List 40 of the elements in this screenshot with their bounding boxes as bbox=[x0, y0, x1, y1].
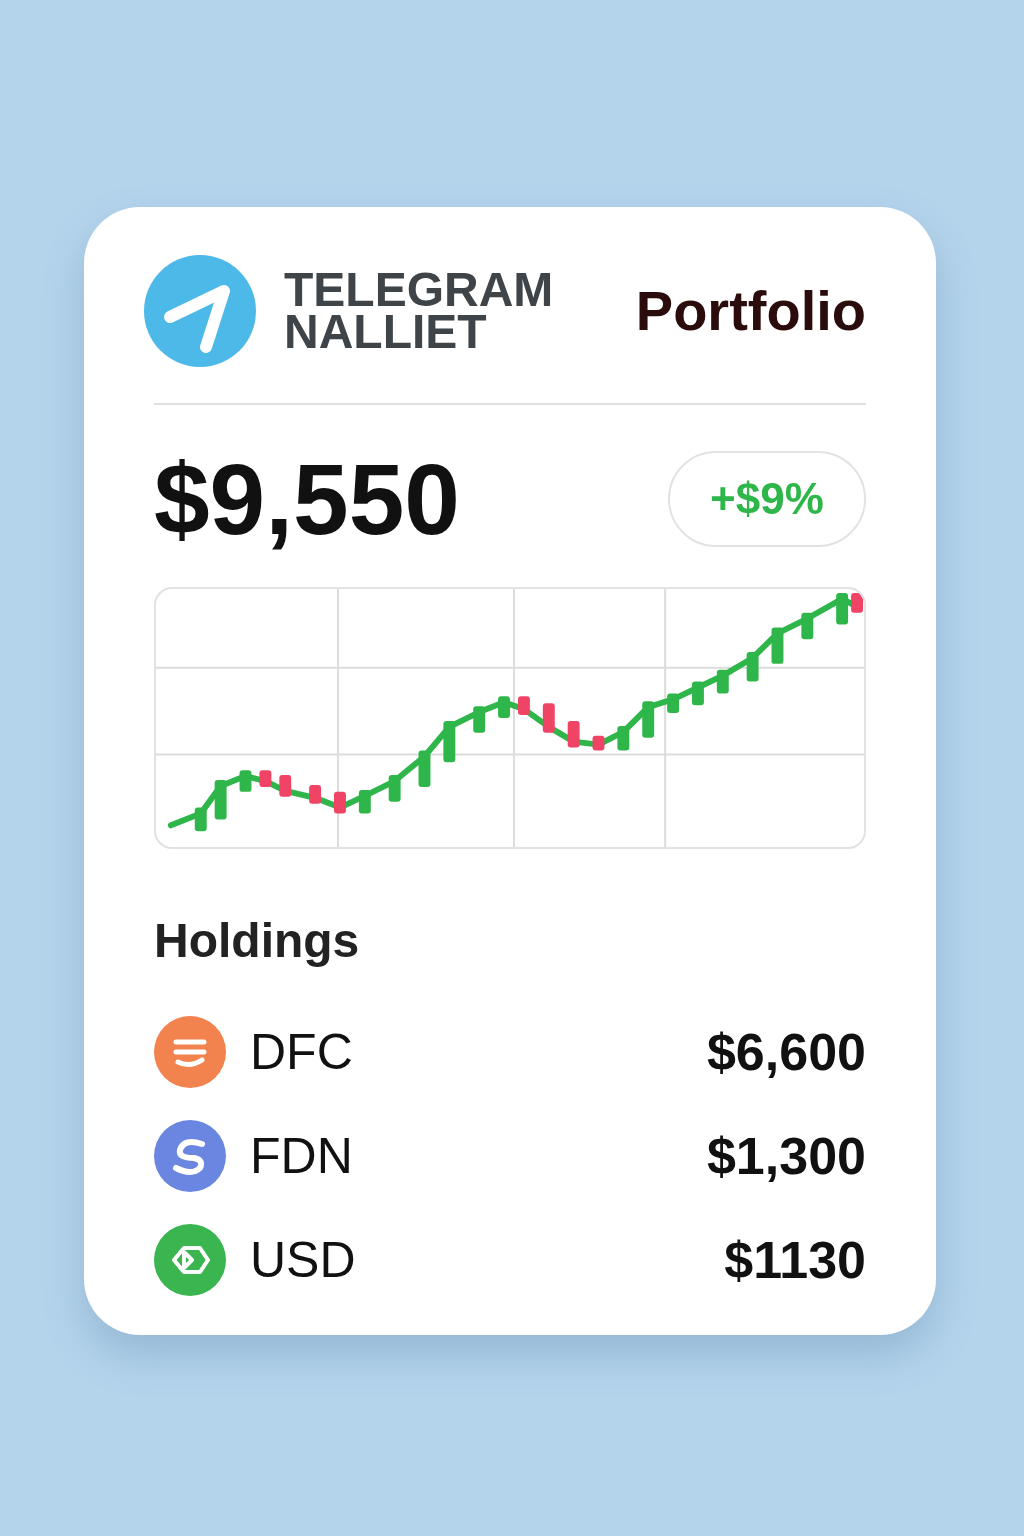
brand-name: NALLIET bbox=[284, 311, 487, 353]
candle bbox=[691, 681, 704, 706]
logo-icon bbox=[144, 255, 256, 367]
candle bbox=[473, 706, 486, 733]
candle bbox=[388, 775, 401, 802]
candle bbox=[592, 735, 605, 751]
token-symbol: USD bbox=[250, 1230, 357, 1290]
brand-name: TELEGRAM bbox=[284, 269, 554, 311]
token-value: $1130 bbox=[724, 1230, 866, 1291]
candle bbox=[567, 720, 580, 748]
candle bbox=[334, 791, 346, 814]
candle bbox=[214, 780, 227, 820]
candle bbox=[194, 807, 207, 832]
candle bbox=[542, 703, 555, 733]
page-title: Portfolio bbox=[635, 278, 866, 344]
candle bbox=[309, 784, 322, 804]
candle bbox=[358, 789, 371, 814]
candle bbox=[771, 627, 784, 664]
candle bbox=[801, 612, 814, 640]
candle bbox=[239, 770, 252, 792]
token-symbol: DFC bbox=[250, 1022, 354, 1082]
token-symbol: FDN bbox=[250, 1126, 354, 1186]
section-title: Holdings bbox=[154, 913, 361, 969]
candle bbox=[418, 750, 431, 787]
candle bbox=[836, 592, 849, 625]
candle bbox=[279, 775, 292, 797]
token-value: $6,600 bbox=[706, 1022, 866, 1083]
candle bbox=[642, 701, 655, 738]
candle bbox=[746, 652, 759, 682]
token-value: $1,300 bbox=[706, 1126, 866, 1187]
candle bbox=[851, 592, 863, 613]
candle bbox=[443, 720, 456, 763]
candle bbox=[517, 696, 530, 716]
candle bbox=[259, 770, 272, 787]
candle bbox=[617, 725, 630, 751]
balance-amount: $9,550 bbox=[154, 449, 460, 549]
candle bbox=[498, 696, 510, 718]
change-badge: +$9% bbox=[668, 451, 866, 547]
candle bbox=[716, 669, 729, 694]
candle bbox=[667, 693, 680, 714]
